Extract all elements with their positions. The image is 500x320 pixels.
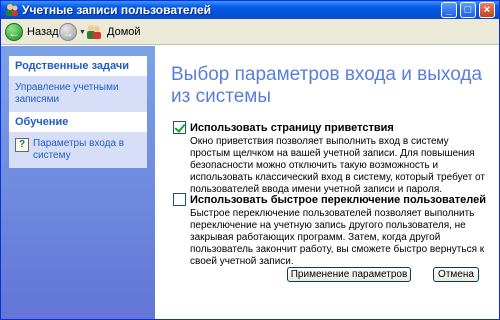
back-label: Назад bbox=[27, 26, 59, 38]
task-pane: Родственные задачи Управление учетными з… bbox=[1, 46, 155, 319]
related-tasks-title[interactable]: Родственные задачи bbox=[9, 56, 147, 76]
back-arrow-icon: ← bbox=[5, 23, 23, 41]
toolbar: ← Назад → ▼ Домой bbox=[1, 19, 499, 45]
help-icon: ? bbox=[15, 138, 29, 152]
cancel-button[interactable]: Отмена bbox=[433, 267, 479, 282]
related-tasks-panel: Родственные задачи Управление учетными з… bbox=[9, 56, 147, 112]
home-users-icon bbox=[87, 25, 101, 39]
fast-user-switching-label[interactable]: Использовать быстрое переключение пользо… bbox=[190, 194, 486, 206]
close-button[interactable]: × bbox=[479, 2, 495, 18]
learning-body: ? Параметры входа в систему bbox=[9, 132, 147, 168]
home-label: Домой bbox=[107, 26, 141, 38]
back-button[interactable]: ← Назад bbox=[5, 22, 59, 42]
maximize-button[interactable]: □ bbox=[460, 2, 476, 18]
apply-settings-button[interactable]: Применение параметров bbox=[287, 267, 411, 282]
welcome-screen-checkbox[interactable] bbox=[173, 121, 186, 134]
learning-title[interactable]: Обучение bbox=[9, 112, 147, 132]
forward-button[interactable]: → ▼ bbox=[59, 22, 86, 42]
user-accounts-icon bbox=[6, 4, 18, 16]
home-button[interactable]: Домой bbox=[85, 22, 141, 42]
manage-accounts-link[interactable]: Управление учетными записями bbox=[15, 82, 141, 106]
fast-user-switching-checkbox[interactable] bbox=[173, 193, 186, 206]
page-title: Выбор параметров входа и выхода из систе… bbox=[171, 64, 483, 107]
maximize-icon: □ bbox=[464, 4, 472, 16]
user-accounts-window: Учетные записи пользователей _ □ × ← Наз… bbox=[0, 0, 500, 320]
learning-panel: Обучение ? Параметры входа в систему bbox=[9, 112, 147, 168]
fast-user-switching-row[interactable]: Использовать быстрое переключение пользо… bbox=[173, 193, 491, 206]
forward-arrow-icon: → bbox=[59, 23, 77, 41]
close-icon: × bbox=[483, 4, 491, 16]
welcome-screen-row[interactable]: Использовать страницу приветствия bbox=[173, 121, 491, 134]
welcome-screen-option: Использовать страницу приветствия Окно п… bbox=[173, 121, 491, 196]
window-title: Учетные записи пользователей bbox=[22, 3, 212, 17]
related-tasks-body: Управление учетными записями bbox=[9, 76, 147, 112]
title-bar[interactable]: Учетные записи пользователей _ □ × bbox=[1, 1, 499, 19]
minimize-icon: _ bbox=[445, 4, 453, 16]
fast-user-switching-option: Использовать быстрое переключение пользо… bbox=[173, 193, 491, 268]
welcome-screen-label[interactable]: Использовать страницу приветствия bbox=[190, 122, 394, 134]
fast-user-switching-description: Быстрое переключение пользователей позво… bbox=[190, 208, 485, 267]
main-content: Выбор параметров входа и выхода из систе… bbox=[155, 46, 499, 319]
logon-options-help-link[interactable]: Параметры входа в систему bbox=[33, 138, 141, 162]
welcome-screen-description: Окно приветствия позволяет выполнить вхо… bbox=[190, 136, 485, 195]
logon-options-help-item[interactable]: ? Параметры входа в систему bbox=[15, 138, 141, 162]
minimize-button[interactable]: _ bbox=[441, 2, 457, 18]
